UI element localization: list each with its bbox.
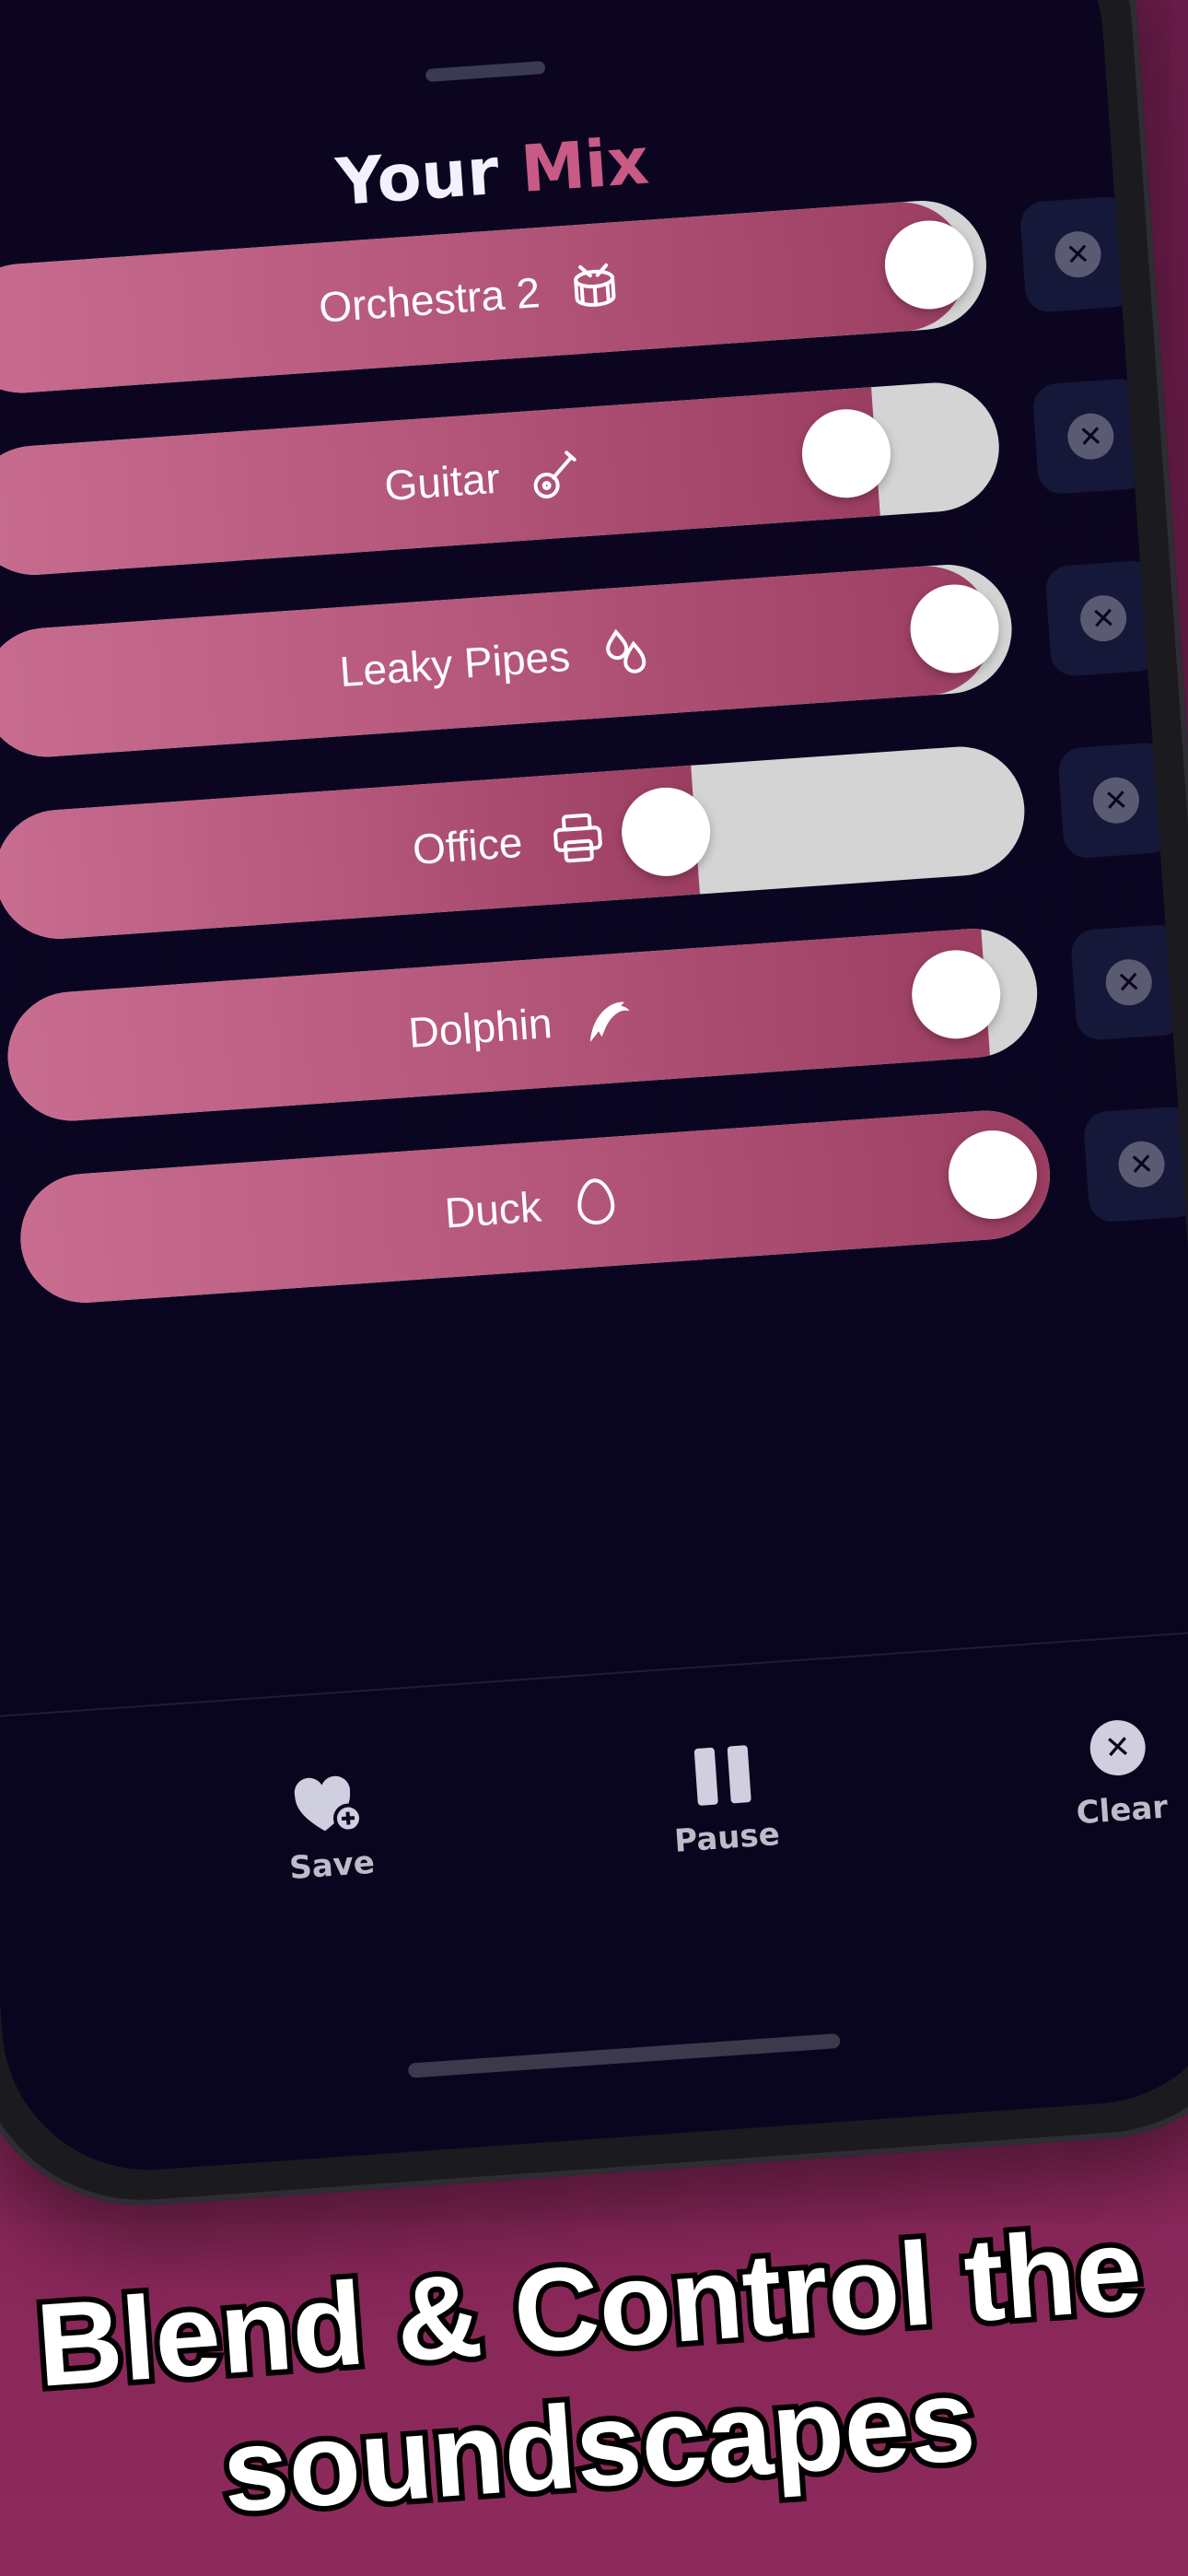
mix-row-office: Office ✕ bbox=[0, 735, 1176, 943]
save-label: Save bbox=[287, 1844, 377, 1888]
remove-sound-button[interactable]: ✕ bbox=[1019, 195, 1137, 314]
remove-sound-button[interactable]: ✕ bbox=[1069, 923, 1188, 1042]
drops-icon bbox=[606, 628, 646, 673]
mix-row-duck: Duck ✕ bbox=[16, 1099, 1188, 1307]
promo-headline: Blend & Control the soundscapes bbox=[0, 2197, 1188, 2556]
sound-name: Guitar bbox=[382, 453, 502, 510]
sheet-grabber[interactable] bbox=[425, 61, 546, 83]
sound-label: Dolphin bbox=[4, 924, 1042, 1125]
mix-row-dolphin: Dolphin ✕ bbox=[3, 918, 1188, 1126]
volume-slider[interactable]: Dolphin bbox=[3, 924, 1042, 1126]
close-icon: ✕ bbox=[1064, 236, 1092, 274]
egg-icon bbox=[577, 1178, 615, 1225]
phone-frame: Your Mix Orchestra 2 ✕ Guitar ✕ Leaky Pi… bbox=[0, 0, 1188, 2218]
close-icon: ✕ bbox=[1102, 781, 1130, 819]
close-icon: ✕ bbox=[1127, 1145, 1156, 1183]
close-icon: ✕ bbox=[1077, 417, 1105, 455]
pause-label: Pause bbox=[673, 1815, 781, 1860]
volume-slider[interactable]: Guitar bbox=[0, 378, 1004, 580]
mix-row-leaky-pipes: Leaky Pipes ✕ bbox=[0, 554, 1163, 762]
sound-name: Duck bbox=[443, 1182, 543, 1237]
volume-slider[interactable]: Office bbox=[0, 742, 1030, 943]
pause-button[interactable]: Pause bbox=[619, 1732, 829, 1864]
sound-name: Leaky Pipes bbox=[338, 631, 572, 697]
clear-button[interactable]: ✕ Clear bbox=[1014, 1704, 1188, 1836]
heart-plus-icon bbox=[294, 1775, 364, 1833]
mix-row-guitar: Guitar ✕ bbox=[0, 371, 1150, 580]
sound-name: Dolphin bbox=[406, 999, 554, 1057]
remove-sound-button[interactable]: ✕ bbox=[1082, 1105, 1188, 1224]
remove-sound-button[interactable]: ✕ bbox=[1031, 377, 1150, 496]
sound-name: Office bbox=[411, 817, 525, 874]
home-indicator[interactable] bbox=[407, 2032, 841, 2078]
dolphin-icon bbox=[589, 1001, 630, 1043]
title-main: Your bbox=[333, 133, 502, 221]
close-icon: ✕ bbox=[1115, 964, 1143, 1001]
drum-icon bbox=[574, 263, 616, 307]
sound-label: Office bbox=[0, 743, 1029, 943]
sound-label: Duck bbox=[17, 1107, 1054, 1307]
pause-icon bbox=[693, 1745, 751, 1806]
volume-slider[interactable]: Leaky Pipes bbox=[0, 560, 1017, 762]
sound-label: Leaky Pipes bbox=[0, 560, 1016, 761]
close-icon: ✕ bbox=[1089, 600, 1117, 638]
remove-sound-button[interactable]: ✕ bbox=[1056, 741, 1176, 860]
app-screen: Your Mix Orchestra 2 ✕ Guitar ✕ Leaky Pi… bbox=[0, 0, 1188, 2180]
clear-label: Clear bbox=[1075, 1788, 1170, 1832]
title-accent: Mix bbox=[518, 123, 652, 208]
sound-name: Orchestra 2 bbox=[317, 268, 542, 332]
save-button[interactable]: Save bbox=[224, 1759, 434, 1891]
printer-icon bbox=[553, 813, 602, 863]
volume-slider[interactable]: Duck bbox=[16, 1106, 1054, 1307]
guitar-icon bbox=[533, 451, 577, 499]
remove-sound-button[interactable]: ✕ bbox=[1044, 559, 1163, 678]
tabbar-divider bbox=[0, 1630, 1188, 1719]
clear-icon: ✕ bbox=[1103, 1728, 1133, 1768]
